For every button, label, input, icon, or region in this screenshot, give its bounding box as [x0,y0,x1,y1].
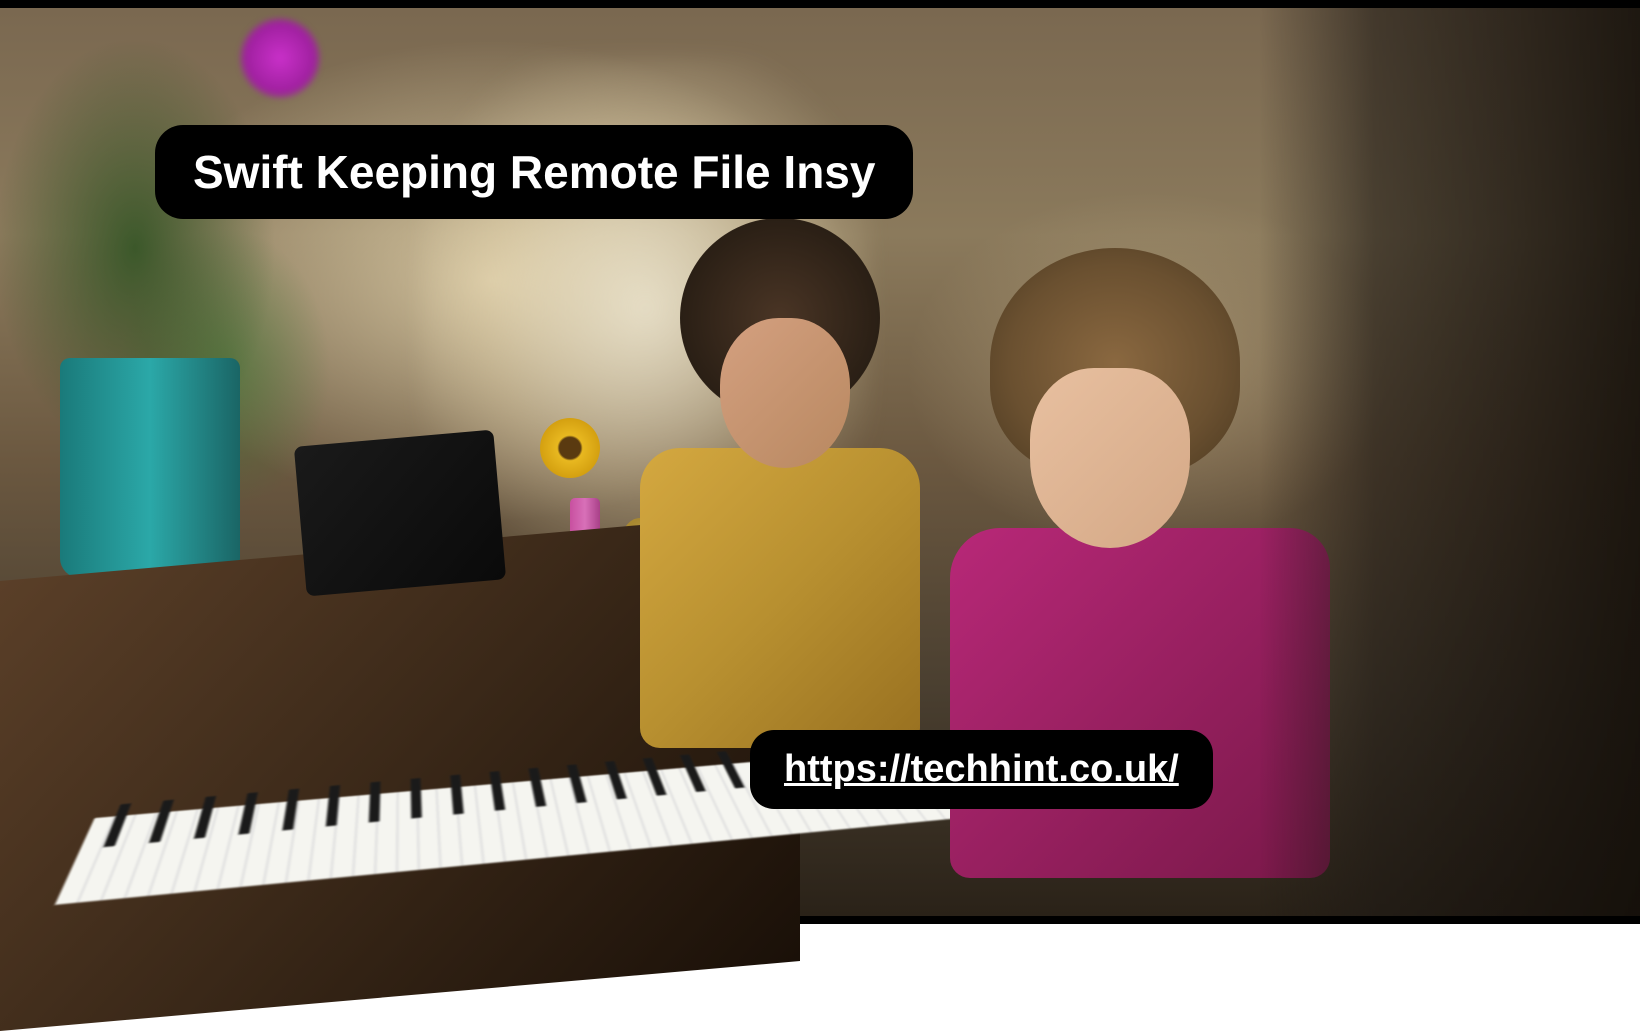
adult-torso [640,448,920,748]
teal-planter [60,358,240,578]
title-text: Swift Keeping Remote File Insy [193,145,875,199]
url-overlay-box: https://techhint.co.uk/ [750,730,1213,809]
magenta-flowers [240,18,320,98]
image-container: Swift Keeping Remote File Insy https://t… [0,0,1640,924]
adult-face [720,318,850,468]
url-text[interactable]: https://techhint.co.uk/ [784,748,1179,791]
tablet-device [294,430,506,597]
adult-figure [620,218,920,668]
sunflower-decor [540,418,600,478]
child-face [1030,368,1190,548]
right-shadow-area [1260,8,1640,916]
title-overlay-box: Swift Keeping Remote File Insy [155,125,913,219]
